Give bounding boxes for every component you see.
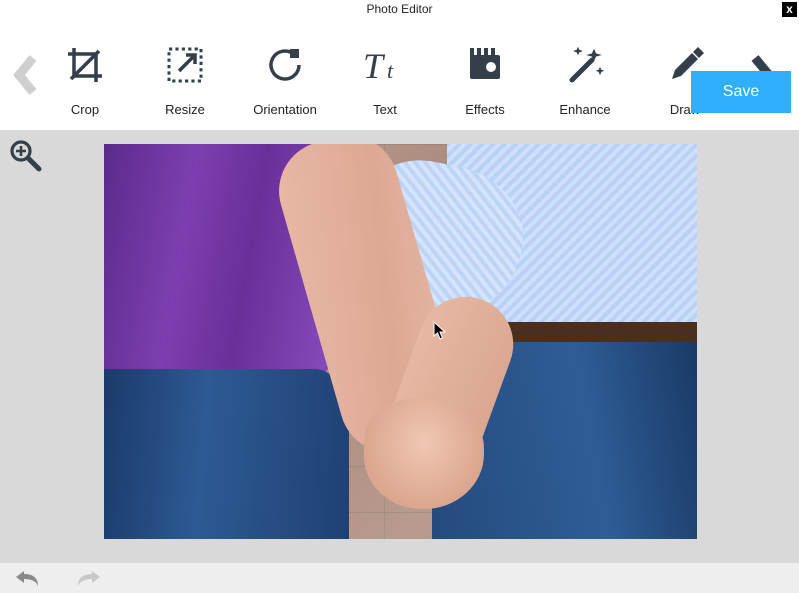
title-bar: Photo Editor [0,0,799,20]
tool-crop[interactable]: Crop [50,44,120,117]
photo-subject [104,369,349,539]
tool-label: Enhance [559,102,610,117]
tool-label: Text [373,102,397,117]
tool-text[interactable]: T t Text [350,44,420,117]
photo-subject [364,399,484,509]
canvas-area [0,130,799,563]
undo-button[interactable] [14,568,40,588]
app-title: Photo Editor [366,2,432,16]
photo-canvas[interactable] [104,144,697,539]
tool-resize[interactable]: Resize [150,44,220,117]
tool-orientation[interactable]: Orientation [250,44,320,117]
zoom-in-button[interactable] [8,138,42,177]
save-button[interactable]: Save [691,71,791,113]
svg-text:T: T [363,46,386,85]
save-label: Save [723,83,759,101]
text-icon: T t [363,44,407,86]
chevron-left-icon [11,54,39,96]
tool-label: Effects [465,102,505,117]
toolbar: Crop Resize Orientation [0,20,799,130]
resize-icon [165,44,205,86]
tool-effects[interactable]: Effects [450,44,520,117]
crop-icon [65,44,105,86]
tools-row: Crop Resize Orientation [50,34,720,117]
redo-button[interactable] [76,568,102,588]
tool-label: Resize [165,102,205,117]
close-button[interactable]: x [782,2,797,17]
close-icon: x [786,2,793,16]
undo-icon [14,568,40,588]
enhance-icon [564,44,606,86]
redo-icon [76,568,102,588]
magnifier-plus-icon [8,138,42,172]
tool-enhance[interactable]: Enhance [550,44,620,117]
toolbar-prev-button[interactable] [0,54,50,96]
tool-label: Crop [71,102,99,117]
effects-icon [467,44,503,86]
footer-bar [0,563,799,593]
tool-label: Orientation [253,102,317,117]
orientation-icon [264,44,306,86]
svg-text:t: t [387,58,394,83]
